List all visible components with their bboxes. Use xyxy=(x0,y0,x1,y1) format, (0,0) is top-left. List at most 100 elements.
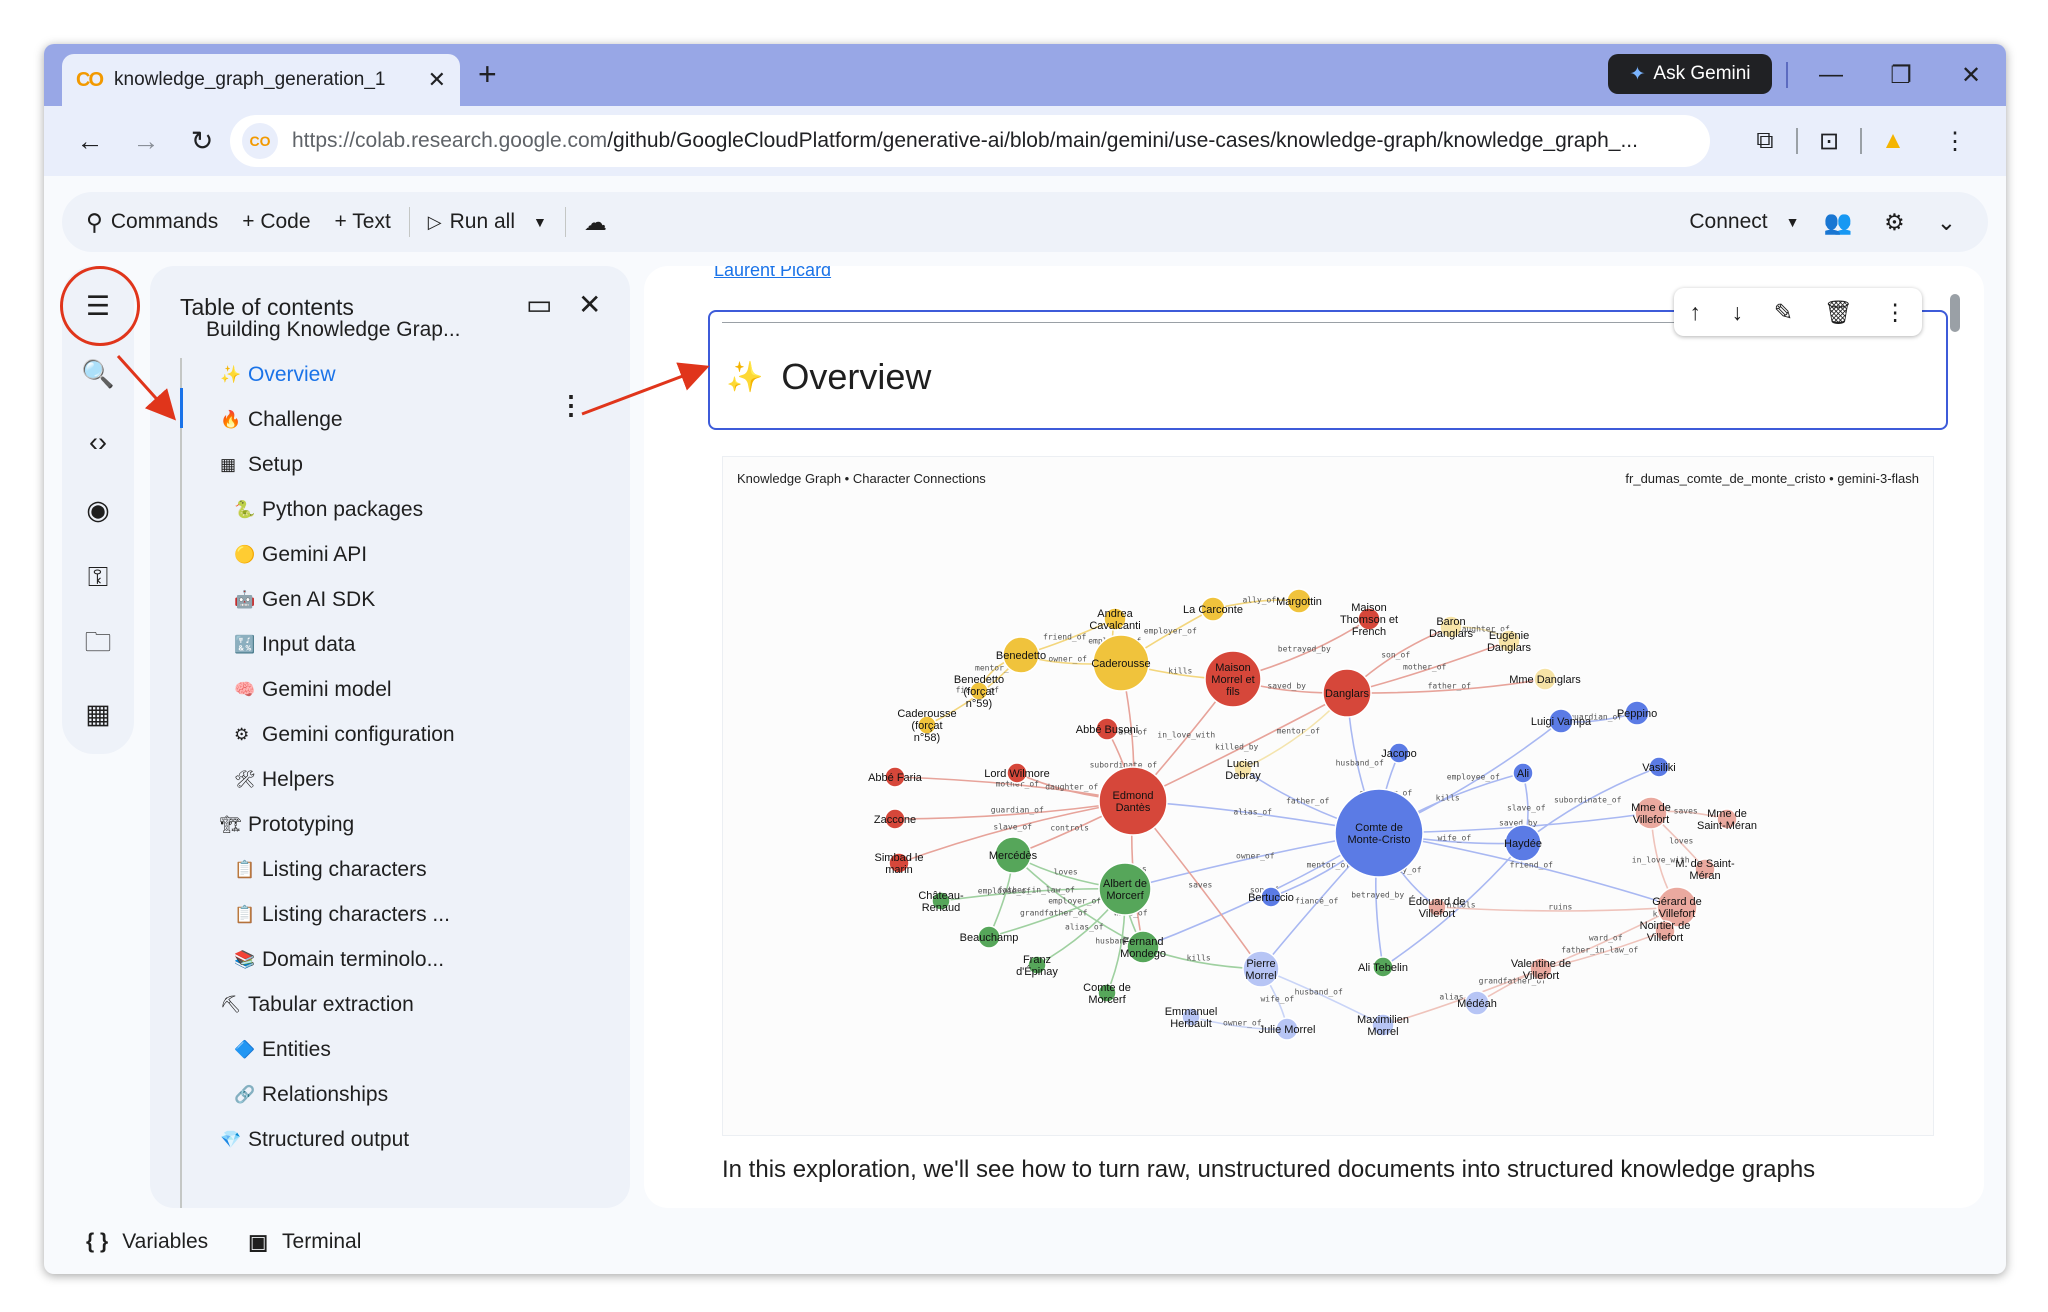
drive-icon[interactable]: ▲ xyxy=(1862,127,1924,155)
secrets-key-icon[interactable]: ⚿ xyxy=(62,544,134,612)
knowledge-graph-image: Knowledge Graph • Character Connections … xyxy=(722,456,1934,1136)
author-link[interactable]: Laurent Picard xyxy=(714,266,831,281)
graph-edge-label: kills xyxy=(1168,667,1192,676)
collapse-chevron-icon[interactable]: ⌄ xyxy=(1925,200,1976,244)
more-options-icon[interactable]: ⋮ xyxy=(558,390,584,421)
graph-edge-label: friend_of xyxy=(1043,633,1087,642)
graph-node: Margottin xyxy=(1276,588,1322,614)
open-in-window-icon[interactable]: ▭ xyxy=(526,288,552,321)
share-people-icon[interactable]: 👥 xyxy=(1811,200,1872,244)
toc-item-icon: ▦ xyxy=(220,455,237,474)
more-options-icon[interactable]: ⋮ xyxy=(1884,299,1907,326)
toc-active-indicator xyxy=(180,388,183,428)
toc-item[interactable]: 🐍 Python packages xyxy=(234,490,423,530)
graph-node-label: Pierre Morrel xyxy=(1245,958,1276,982)
chevron-down-icon[interactable]: ▼ xyxy=(533,214,547,230)
find-replace-icon[interactable]: 🔍 xyxy=(62,340,134,408)
variables-button[interactable]: { } Variables xyxy=(86,1230,208,1254)
toc-item[interactable]: ✨ Overview xyxy=(220,355,336,395)
graph-edge-label: slave_of xyxy=(993,822,1032,831)
delete-trash-icon[interactable]: 🗑 xyxy=(1824,299,1853,326)
close-window-icon[interactable]: ✕ xyxy=(1936,61,2006,90)
browser-window: CO knowledge_graph_generation_1 ✕ + ✦ As… xyxy=(44,44,2006,1274)
window-controls: — ❐ ✕ xyxy=(1796,44,2006,106)
toc-item[interactable]: ⛏ Tabular extraction xyxy=(220,985,414,1025)
reload-icon[interactable]: ↻ xyxy=(174,126,230,157)
toc-item[interactable]: 🏗 Prototyping xyxy=(220,805,354,845)
graph-node-label: Albert de Morcerf xyxy=(1103,878,1147,902)
browser-menu-icon[interactable]: ⋮ xyxy=(1924,127,1986,156)
commands-button[interactable]: ⚲ Commands xyxy=(74,200,230,244)
restore-icon[interactable]: ❐ xyxy=(1866,61,1936,90)
graph-edge-label: loves xyxy=(1669,837,1693,846)
toc-item[interactable]: 💎 Structured output xyxy=(220,1120,409,1160)
cell-toolbar: ↑ ↓ ✎ 🗑 ⋮ xyxy=(1674,288,1922,336)
graph-node: Edmond Dantès xyxy=(1098,766,1168,836)
toc-item[interactable]: ⚙ Gemini configuration xyxy=(234,715,455,755)
variable-inspector-icon[interactable]: ◉ xyxy=(62,476,134,544)
scrollbar-thumb[interactable] xyxy=(1950,294,1960,332)
move-down-icon[interactable]: ↓ xyxy=(1732,299,1744,326)
toc-item-label: Tabular extraction xyxy=(248,993,414,1016)
toc-item-icon: 🔷 xyxy=(234,1040,256,1059)
connect-button[interactable]: Connect ▼ xyxy=(1677,200,1811,244)
url-domain: https://colab.research.google.com xyxy=(292,129,608,152)
toc-item[interactable]: 🔷 Entities xyxy=(234,1030,331,1070)
files-folder-icon[interactable]: 🗀 xyxy=(62,612,134,680)
run-all-button[interactable]: ▷ Run all ▼ xyxy=(416,200,559,244)
new-tab-button[interactable]: + xyxy=(478,56,497,93)
toc-item[interactable]: 🔣 Input data xyxy=(234,625,355,665)
graph-edge-label: killed_by xyxy=(1215,743,1259,752)
close-icon[interactable]: ✕ xyxy=(578,288,601,321)
commands-label: Commands xyxy=(110,210,219,233)
toc-item[interactable]: 📋 Listing characters xyxy=(234,850,427,890)
terminal-button[interactable]: ▣ Terminal xyxy=(248,1230,361,1255)
close-tab-icon[interactable]: ✕ xyxy=(428,67,446,93)
toc-item[interactable]: 🤖 Gen AI SDK xyxy=(234,580,375,620)
toc-item-label: Building Knowledge Grap... xyxy=(206,318,461,341)
cast-search-icon[interactable]: ⊡ xyxy=(1798,127,1860,156)
toc-item[interactable]: 📋 Listing characters ... xyxy=(234,895,450,935)
graph-node: Andrea Cavalcanti xyxy=(1089,607,1141,632)
move-up-icon[interactable]: ↑ xyxy=(1689,299,1701,326)
toc-item[interactable]: 🟡 Gemini API xyxy=(234,535,367,575)
toc-item[interactable]: 🔗 Relationships xyxy=(234,1075,388,1115)
chevron-down-icon[interactable]: ▼ xyxy=(1786,214,1800,230)
toc-item[interactable]: 🔥 Challenge xyxy=(220,400,343,440)
ask-gemini-button[interactable]: ✦ Ask Gemini xyxy=(1608,54,1772,94)
add-text-button[interactable]: + Text xyxy=(323,200,403,244)
toc-item[interactable]: 🧠 Gemini model xyxy=(234,670,392,710)
code-snippets-icon[interactable]: ‹› xyxy=(62,408,134,476)
toc-item[interactable]: 📚 Domain terminolo... xyxy=(234,940,444,980)
minimize-icon[interactable]: — xyxy=(1796,61,1866,89)
edit-pencil-icon[interactable]: ✎ xyxy=(1774,299,1793,326)
forward-arrow-icon[interactable]: → xyxy=(118,126,174,157)
url-field[interactable]: CO https://colab.research.google.com/git… xyxy=(230,115,1710,167)
graph-node-label: Emmanuel Herbault xyxy=(1165,1006,1218,1030)
cloud-save-icon[interactable]: ☁ xyxy=(572,200,627,244)
graph-edge-label: father_of xyxy=(1286,797,1330,806)
graph-edge-label: grandfather_of xyxy=(1020,909,1088,918)
text-cell-selected[interactable]: ↑ ↓ ✎ 🗑 ⋮ ✨ Overview xyxy=(708,288,1948,430)
add-code-button[interactable]: + Code xyxy=(230,200,322,244)
toc-item[interactable]: ▦ Setup xyxy=(220,445,303,485)
back-arrow-icon[interactable]: ← xyxy=(62,126,118,157)
toc-item-icon: 📋 xyxy=(234,905,256,924)
graph-node: Beauchamp xyxy=(960,925,1018,949)
extensions-icon[interactable]: ⧉ xyxy=(1734,127,1796,155)
graph-node: Caderousse xyxy=(1091,634,1151,692)
site-info-icon[interactable]: CO xyxy=(242,123,278,159)
data-table-icon[interactable]: ▦ xyxy=(62,680,134,748)
graph-node-label: Comte de Monte-Cristo xyxy=(1348,822,1411,846)
toc-item-icon: ⛏ xyxy=(220,995,242,1014)
toc-item[interactable]: 🛠 Helpers xyxy=(234,760,334,800)
graph-node: Vasiliki xyxy=(1642,756,1676,778)
browser-tab[interactable]: CO knowledge_graph_generation_1 ✕ xyxy=(62,54,460,106)
toc-item[interactable]: Building Knowledge Grap... xyxy=(206,310,461,350)
tab-bar: CO knowledge_graph_generation_1 ✕ + ✦ As… xyxy=(44,44,2006,106)
graph-edge-label: employer_of xyxy=(1048,897,1101,906)
settings-gear-icon[interactable]: ⚙ xyxy=(1872,200,1925,244)
graph-edge-label: kills xyxy=(1187,954,1211,963)
toc-item-label: Challenge xyxy=(248,408,343,431)
graph-edge-label: subordinate_of xyxy=(1554,795,1622,804)
